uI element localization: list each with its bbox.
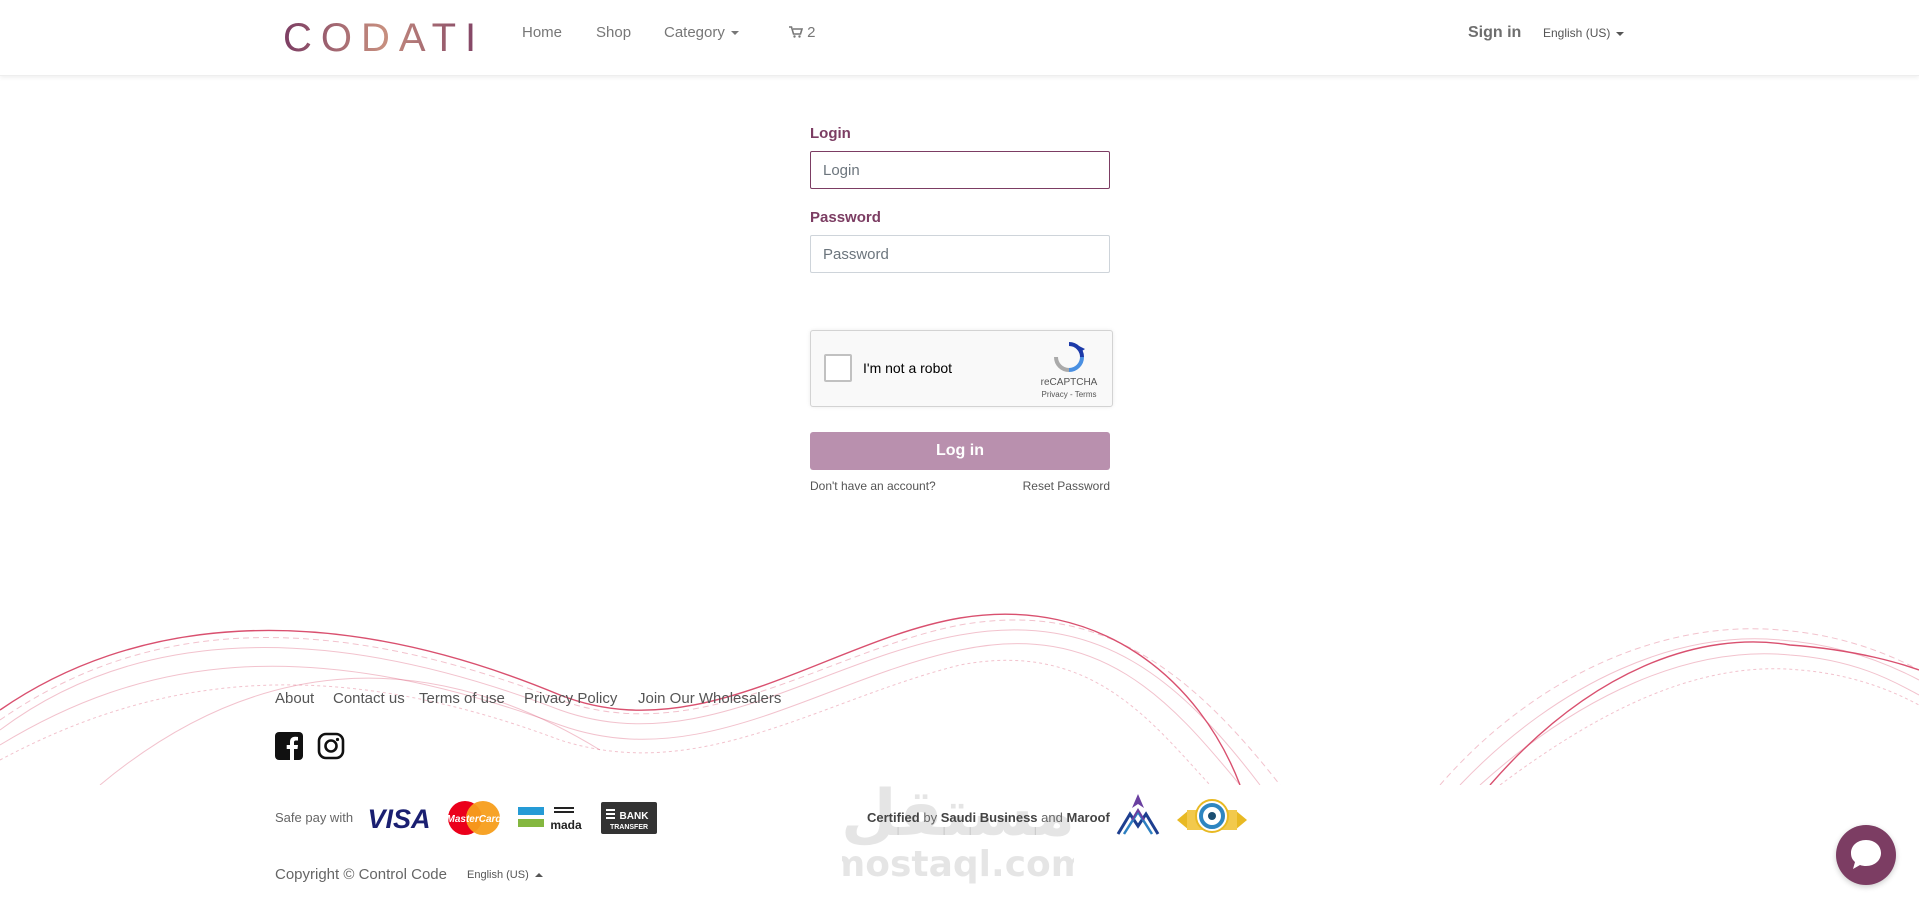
login-label: Login [810, 125, 851, 142]
certified-text: Certified by Saudi Business and Maroof [867, 810, 1110, 825]
nav-home[interactable]: Home [522, 24, 562, 41]
nav-shop[interactable]: Shop [596, 24, 631, 41]
chat-button[interactable] [1836, 825, 1896, 885]
saudi-business-logo[interactable] [1114, 790, 1162, 838]
svg-text:VISA: VISA [367, 804, 430, 833]
certified-by: by [923, 810, 938, 825]
svg-text:BANK: BANK [620, 811, 650, 822]
certified-prefix: Certified [867, 810, 920, 825]
mada-logo: mada [518, 807, 582, 832]
reset-password-link[interactable]: Reset Password [1023, 479, 1110, 493]
password-label: Password [810, 209, 881, 226]
footer-link-terms[interactable]: Terms of use [419, 690, 505, 707]
recaptcha-links[interactable]: Privacy - Terms [1030, 390, 1108, 399]
chevron-up-icon [534, 873, 543, 878]
mostaql-watermark: مستقل mostaql.com [842, 777, 1074, 885]
chevron-down-icon [730, 31, 739, 36]
svg-text:TRANSFER: TRANSFER [610, 824, 648, 831]
recaptcha-checkbox[interactable] [824, 354, 852, 382]
recaptcha-widget: I'm not a robot reCAPTCHA Privacy - Term… [810, 330, 1113, 407]
top-navbar: CODATI Home Shop Category 2 Sign in Engl… [0, 0, 1919, 76]
footer-link-about[interactable]: About [275, 690, 314, 707]
certified-and: and [1041, 810, 1063, 825]
cart-count: 2 [807, 24, 816, 41]
bank-transfer-logo: BANK TRANSFER [601, 802, 657, 834]
footer-language-selector[interactable]: English (US) [467, 869, 543, 881]
certified-org-saudi-business: Saudi Business [940, 810, 1038, 825]
facebook-icon[interactable] [275, 732, 303, 760]
signin-link[interactable]: Sign in [1468, 24, 1521, 42]
password-input[interactable] [810, 235, 1110, 273]
footer-link-contact[interactable]: Contact us [333, 690, 405, 707]
cart-icon [789, 26, 804, 38]
safe-pay-label: Safe pay with [275, 810, 354, 825]
footer-link-privacy[interactable]: Privacy Policy [524, 690, 617, 707]
nav-category-label: Category [664, 24, 725, 41]
visa-logo: VISA [367, 804, 430, 833]
nav-category[interactable]: Category [664, 24, 739, 41]
login-form: Login Password I'm not a robot reCAPTCHA… [810, 125, 1113, 493]
footer-link-wholesalers[interactable]: Join Our Wholesalers [638, 690, 781, 707]
mastercard-logo: MasterCard [446, 801, 502, 835]
copyright: Copyright © Control Code [275, 866, 447, 883]
svg-text:mada: mada [550, 818, 582, 832]
signup-link[interactable]: Don't have an account? [810, 479, 936, 493]
footer-language-label: English (US) [467, 869, 529, 881]
login-button[interactable]: Log in [810, 432, 1110, 470]
codati-logo[interactable]: CODATI [283, 12, 478, 60]
language-selector[interactable]: English (US) [1543, 26, 1625, 40]
login-input[interactable] [810, 151, 1110, 189]
certified-org-maroof: Maroof [1066, 810, 1110, 825]
chevron-down-icon [1616, 31, 1625, 36]
nav-cart[interactable]: 2 [789, 24, 816, 41]
svg-text:MasterCard: MasterCard [446, 814, 502, 825]
svg-text:mostaql.com: mostaql.com [842, 844, 1074, 885]
chat-bubble-icon [1851, 840, 1881, 869]
svg-text:CODATI: CODATI [283, 16, 478, 60]
recaptcha-label: I'm not a robot [863, 360, 953, 376]
maroof-logo[interactable] [1175, 796, 1249, 836]
recaptcha-icon [1054, 342, 1085, 372]
recaptcha-brand: reCAPTCHA [1040, 377, 1098, 388]
language-label: English (US) [1543, 26, 1611, 40]
instagram-icon[interactable] [317, 732, 345, 760]
